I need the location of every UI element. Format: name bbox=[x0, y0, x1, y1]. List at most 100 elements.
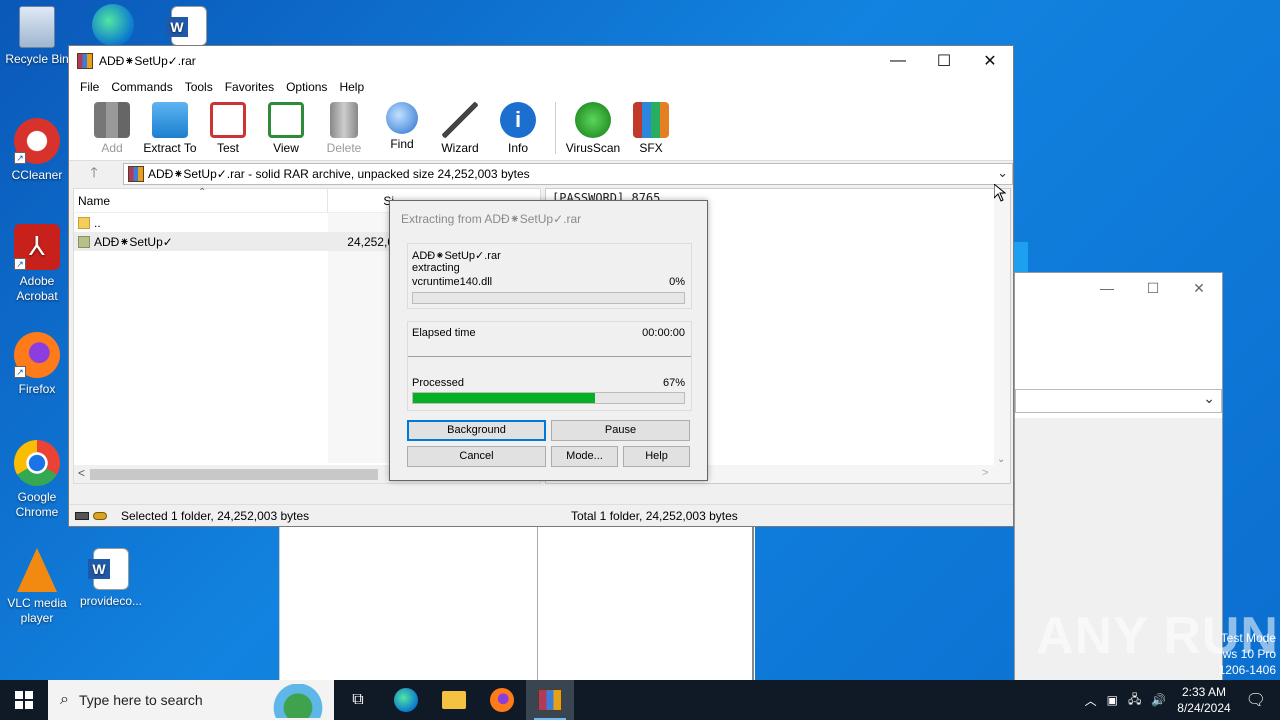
windows-logo-icon bbox=[15, 691, 33, 709]
scrollbar-thumb[interactable] bbox=[90, 469, 378, 480]
taskbar-file-explorer[interactable] bbox=[430, 680, 478, 720]
desktop-icon-label: Google Chrome bbox=[15, 490, 59, 519]
file-name: .. bbox=[94, 215, 101, 230]
address-box[interactable]: ADÐ⁕SetUp✓.rar - solid RAR archive, unpa… bbox=[123, 163, 1013, 185]
taskbar-winrar[interactable] bbox=[526, 680, 574, 720]
chevron-up-icon[interactable]: ︿ bbox=[1085, 692, 1097, 709]
up-arrow-icon[interactable]: 🡑 bbox=[69, 162, 119, 186]
menu-options[interactable]: Options bbox=[281, 80, 332, 94]
processed-label: Processed bbox=[412, 377, 464, 389]
menu-favorites[interactable]: Favorites bbox=[220, 80, 279, 94]
menu-help[interactable]: Help bbox=[334, 80, 369, 94]
close-button[interactable]: ✕ bbox=[967, 46, 1013, 76]
menu-bar: File Commands Tools Favorites Options He… bbox=[69, 76, 1013, 98]
toolbar-virusscan-button[interactable]: VirusScan bbox=[564, 98, 622, 155]
chevron-down-icon[interactable]: ⌄ bbox=[997, 165, 1008, 181]
toolbar-find-button[interactable]: Find bbox=[373, 98, 431, 151]
desktop-icon-label: VLC media player bbox=[7, 596, 67, 625]
elapsed-value: 00:00:00 bbox=[642, 327, 685, 339]
device-icon[interactable]: ▣ bbox=[1107, 693, 1118, 707]
firefox-icon: ↗ bbox=[14, 332, 60, 378]
archive-name: ADÐ⁕SetUp✓.rar bbox=[412, 250, 501, 262]
pause-button[interactable]: Pause bbox=[551, 420, 690, 441]
start-button[interactable] bbox=[0, 680, 48, 720]
processed-progress-bar bbox=[412, 392, 685, 404]
window-titlebar[interactable]: ADÐ⁕SetUp✓.rar — ☐ ✕ bbox=[69, 46, 1013, 76]
taskbar-search-box[interactable]: ⌕ Type here to search bbox=[48, 680, 334, 720]
address-text: ADÐ⁕SetUp✓.rar - solid RAR archive, unpa… bbox=[148, 167, 530, 181]
winrar-app-icon bbox=[538, 689, 562, 711]
menu-tools[interactable]: Tools bbox=[180, 80, 218, 94]
edge-icon bbox=[92, 4, 134, 46]
totals-group: Elapsed time 00:00:00 Processed 67% bbox=[407, 321, 692, 411]
mode-button[interactable]: Mode... bbox=[551, 446, 618, 467]
desktop-icon-vlc[interactable]: VLC media player bbox=[0, 548, 74, 626]
scroll-left-icon[interactable]: < bbox=[78, 466, 85, 480]
current-action: extracting bbox=[412, 262, 460, 274]
toolbar-sfx-button[interactable]: SFX bbox=[622, 98, 680, 155]
desktop-icon-firefox[interactable]: ↗ Firefox bbox=[0, 332, 74, 397]
edge-icon bbox=[394, 688, 418, 712]
desktop-icon-chrome[interactable]: Google Chrome bbox=[0, 440, 74, 520]
desktop-icon-word[interactable]: W bbox=[152, 6, 226, 50]
background-window-combo[interactable] bbox=[1015, 389, 1222, 413]
vertical-scrollbar[interactable]: ⌃ ⌄ bbox=[994, 189, 1010, 467]
background-button[interactable]: Background bbox=[407, 420, 546, 441]
toolbar-test-button[interactable]: Test bbox=[199, 98, 257, 155]
clock[interactable]: 2:33 AM 8/24/2024 bbox=[1177, 684, 1230, 716]
current-file-group: ADÐ⁕SetUp✓.rar extracting vcruntime140.d… bbox=[407, 243, 692, 309]
cancel-button[interactable]: Cancel bbox=[407, 446, 546, 467]
toolbar: Add Extract To Test View Delete Find Wiz… bbox=[69, 98, 1013, 160]
minimize-icon[interactable]: — bbox=[1084, 280, 1130, 296]
maximize-button[interactable]: ☐ bbox=[921, 46, 967, 76]
taskbar-edge[interactable] bbox=[382, 680, 430, 720]
toolbar-wizard-button[interactable]: Wizard bbox=[431, 98, 489, 155]
task-view-button[interactable]: ⧉ bbox=[334, 680, 382, 720]
elapsed-label: Elapsed time bbox=[412, 327, 476, 339]
drive-icon[interactable] bbox=[75, 511, 89, 520]
test-mode-text: Test Mode ws 10 Pro 1206-1406 bbox=[1218, 631, 1276, 677]
current-file-name: vcruntime140.dll bbox=[412, 276, 493, 288]
status-total: Total 1 folder, 24,252,003 bytes bbox=[571, 508, 738, 523]
toolbar-add-button[interactable]: Add bbox=[83, 98, 141, 155]
trash-icon bbox=[330, 102, 358, 138]
volume-icon[interactable]: 🔊 bbox=[1151, 693, 1166, 707]
scroll-right-icon[interactable]: > bbox=[982, 467, 988, 479]
view-book-icon bbox=[268, 102, 304, 138]
info-icon: i bbox=[500, 102, 536, 138]
desktop-icon-providedoc[interactable]: W provideco... bbox=[74, 548, 148, 609]
desktop-icon-ccleaner[interactable]: ↗ CCleaner bbox=[0, 118, 74, 183]
taskbar-firefox[interactable] bbox=[478, 680, 526, 720]
desktop-icon-adobe[interactable]: ⅄ ↗ Adobe Acrobat bbox=[0, 224, 74, 304]
divider bbox=[408, 356, 691, 357]
folder-icon bbox=[78, 235, 90, 248]
desktop-icon-recycle-bin[interactable]: Recycle Bin bbox=[0, 6, 74, 67]
toolbar-extract-to-button[interactable]: Extract To bbox=[141, 98, 199, 155]
key-icon[interactable] bbox=[93, 511, 107, 520]
network-icon[interactable]: 🖧 bbox=[1128, 690, 1141, 711]
extract-progress-dialog: Extracting from ADÐ⁕SetUp✓.rar ADÐ⁕SetUp… bbox=[389, 200, 708, 481]
ccleaner-icon: ↗ bbox=[14, 118, 60, 164]
file-name: ADÐ⁕SetUp✓ bbox=[94, 234, 173, 249]
desktop-icon-edge[interactable] bbox=[76, 4, 150, 50]
toolbar-info-button[interactable]: i Info bbox=[489, 98, 547, 155]
virus-scan-icon bbox=[575, 102, 611, 138]
close-icon[interactable]: ✕ bbox=[1176, 280, 1222, 297]
maximize-icon[interactable]: ☐ bbox=[1130, 280, 1176, 297]
notifications-icon[interactable]: 🗨 bbox=[1246, 690, 1266, 710]
menu-commands[interactable]: Commands bbox=[106, 80, 177, 94]
clock-time: 2:33 AM bbox=[1181, 685, 1226, 699]
column-header-size[interactable]: Si bbox=[328, 189, 398, 213]
menu-file[interactable]: File bbox=[75, 80, 104, 94]
folder-icon bbox=[442, 691, 466, 709]
help-button[interactable]: Help bbox=[623, 446, 690, 467]
vlc-icon bbox=[17, 548, 57, 592]
scroll-down-icon[interactable]: ⌄ bbox=[997, 454, 1005, 465]
add-archive-icon bbox=[94, 102, 130, 138]
toolbar-view-button[interactable]: View bbox=[257, 98, 315, 155]
search-placeholder: Type here to search bbox=[78, 692, 203, 708]
adobe-acrobat-icon: ⅄ ↗ bbox=[14, 224, 60, 270]
toolbar-delete-button[interactable]: Delete bbox=[315, 98, 373, 155]
minimize-button[interactable]: — bbox=[875, 46, 921, 76]
divider bbox=[752, 526, 754, 680]
